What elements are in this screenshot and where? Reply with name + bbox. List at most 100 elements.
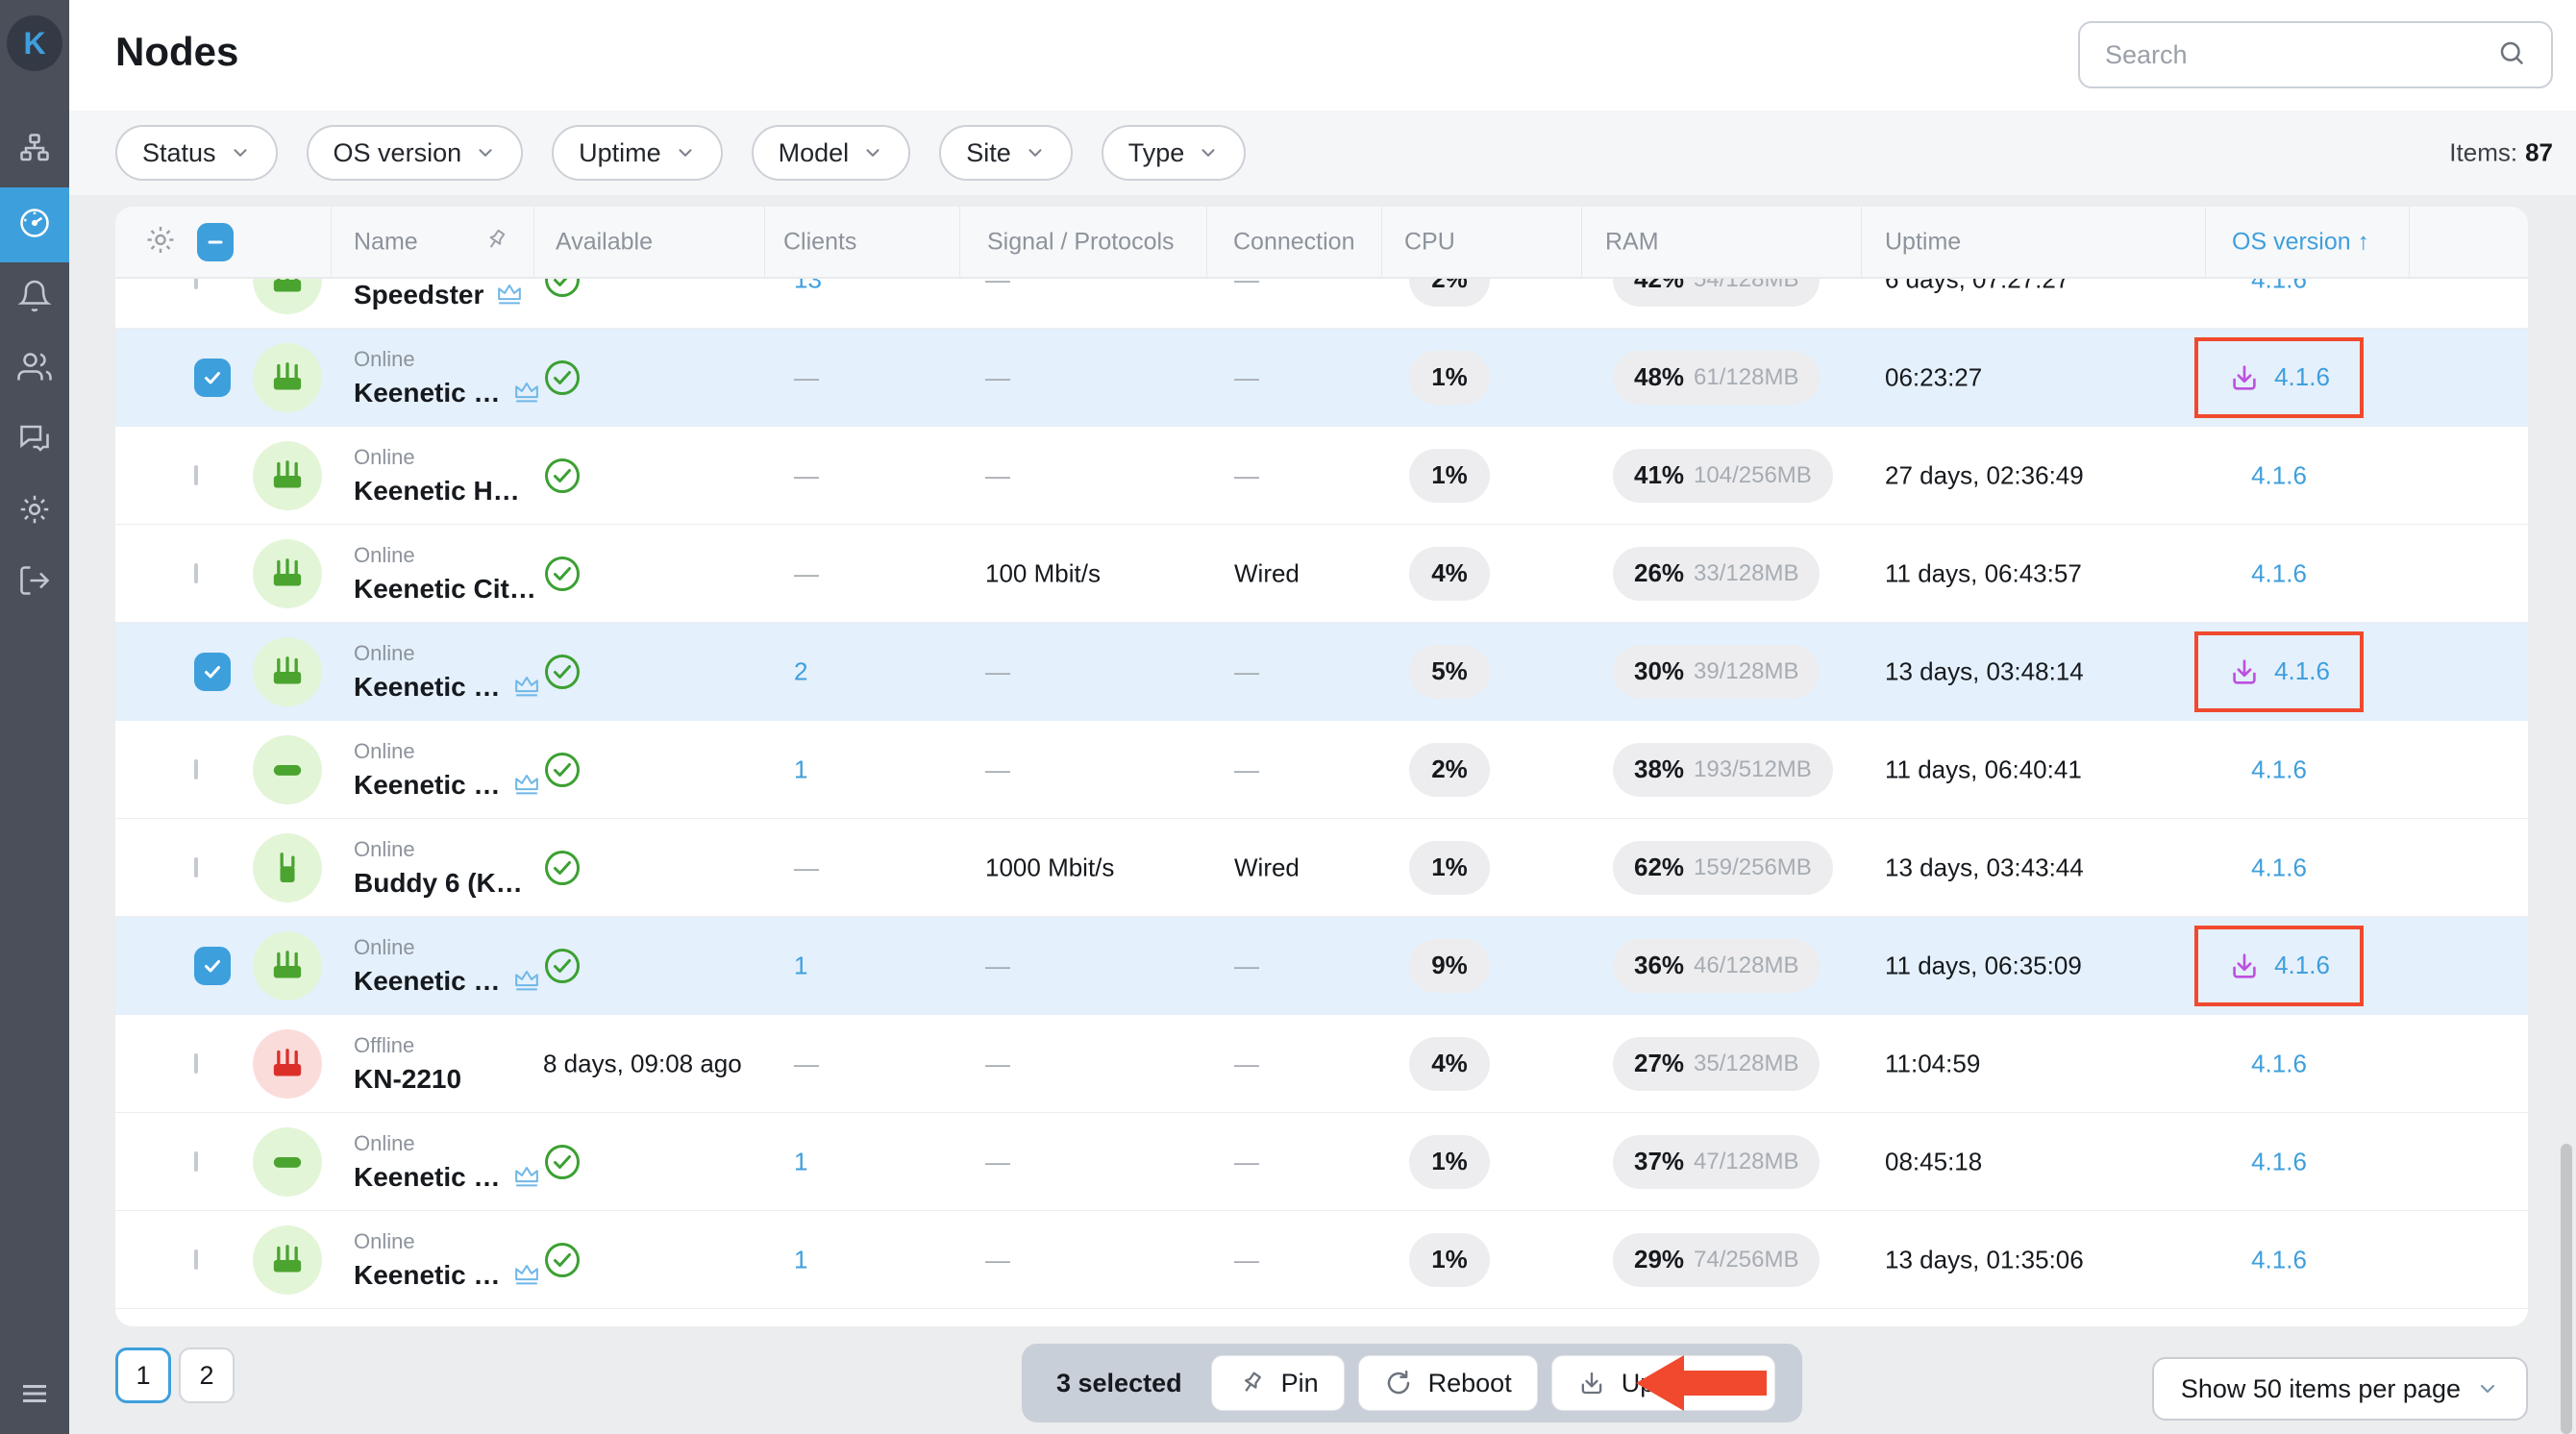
row-checkbox[interactable] xyxy=(194,653,231,691)
page-button-1[interactable]: 1 xyxy=(115,1347,171,1403)
signal-cell: 100 Mbit/s xyxy=(985,558,1101,588)
row-checkbox[interactable] xyxy=(194,358,231,397)
page-size-select[interactable]: Show 50 items per page xyxy=(2152,1357,2528,1421)
filter-type[interactable]: Type xyxy=(1102,125,1247,181)
page-title: Nodes xyxy=(115,29,238,75)
search-input[interactable] xyxy=(2105,40,2497,70)
sidebar-item-logout[interactable] xyxy=(0,545,69,620)
table-settings-gear-icon[interactable] xyxy=(144,223,177,260)
app-logo-letter: K xyxy=(23,26,45,62)
column-header-available[interactable]: Available xyxy=(556,228,653,256)
os-version-link[interactable]: 4.1.6 xyxy=(2251,1147,2307,1176)
page-size-label: Show 50 items per page xyxy=(2181,1374,2461,1404)
column-header-connection[interactable]: Connection xyxy=(1233,228,1354,256)
device-icon-router xyxy=(253,343,322,412)
items-label: Items: xyxy=(2449,138,2517,167)
page-button-2[interactable]: 2 xyxy=(179,1347,235,1403)
clients-link[interactable]: 1 xyxy=(794,951,807,979)
sidebar-item-users[interactable] xyxy=(0,332,69,407)
row-checkbox[interactable] xyxy=(194,465,198,485)
filter-os-version[interactable]: OS version xyxy=(307,125,524,181)
clients-link[interactable]: 1 xyxy=(794,1245,807,1273)
os-version-link[interactable]: 4.1.6 xyxy=(2274,362,2330,392)
row-checkbox[interactable] xyxy=(194,563,198,583)
row-checkbox[interactable] xyxy=(194,1151,198,1172)
sidebar-item-dashboard[interactable] xyxy=(0,187,69,262)
clients-link[interactable]: 2 xyxy=(794,656,807,685)
row-checkbox[interactable] xyxy=(194,947,231,985)
cpu-badge: 1% xyxy=(1409,351,1490,405)
last-seen-text: 8 days, 09:08 ago xyxy=(543,1049,742,1077)
node-status: Online xyxy=(354,641,541,666)
ram-badge: 37%47/128MB xyxy=(1613,1135,1820,1189)
clients-link[interactable]: 1 xyxy=(794,754,807,783)
filter-site[interactable]: Site xyxy=(939,125,1073,181)
table-row[interactable]: Online Keenetic … 1 — — 1% 37%47/128MB 0… xyxy=(115,1113,2528,1211)
os-version-link[interactable]: 4.1.6 xyxy=(2251,853,2307,882)
reboot-button[interactable]: Reboot xyxy=(1358,1355,1538,1411)
table-row[interactable]: Online Speedster 13 — — 2% 42%54/128MB 6… xyxy=(115,279,2528,329)
chevron-down-icon xyxy=(862,142,883,163)
uptime-cell: 11 days, 06:40:41 xyxy=(1885,754,2082,784)
table-row[interactable]: Online Keenetic … 1 — — 9% 36%46/128MB 1… xyxy=(115,917,2528,1015)
column-header-cpu[interactable]: CPU xyxy=(1404,228,1455,256)
search-icon[interactable] xyxy=(2497,38,2526,72)
pin-icon xyxy=(1237,1369,1266,1397)
os-version-link[interactable]: 4.1.6 xyxy=(2251,1049,2307,1078)
table-row[interactable]: Online Keenetic H… — — — 1% 41%104/256MB… xyxy=(115,427,2528,525)
crown-icon xyxy=(495,282,524,309)
connection-cell: — xyxy=(1234,1245,1259,1274)
os-version-link[interactable]: 4.1.6 xyxy=(2251,754,2307,784)
available-cell xyxy=(543,1143,582,1181)
sidebar-item-topology[interactable] xyxy=(0,112,69,187)
filter-model[interactable]: Model xyxy=(752,125,911,181)
column-header-name[interactable]: Name xyxy=(354,228,418,256)
os-version-link[interactable]: 4.1.6 xyxy=(2251,1245,2307,1274)
available-check-icon xyxy=(543,457,582,495)
sidebar-item-messages[interactable] xyxy=(0,403,69,478)
os-version-link[interactable]: 4.1.6 xyxy=(2274,656,2330,686)
column-header-uptime[interactable]: Uptime xyxy=(1885,228,1961,256)
filter-uptime[interactable]: Uptime xyxy=(552,125,723,181)
os-version-link[interactable]: 4.1.6 xyxy=(2251,279,2307,294)
table-row[interactable]: Online Keenetic Cit… — 100 Mbit/s Wired … xyxy=(115,525,2528,623)
os-version-link[interactable]: 4.1.6 xyxy=(2274,951,2330,980)
select-all-checkbox[interactable] xyxy=(197,223,234,261)
chevron-down-icon xyxy=(1025,142,1046,163)
row-checkbox[interactable] xyxy=(194,857,198,878)
device-icon-router xyxy=(253,279,322,314)
device-icon-router xyxy=(253,539,322,608)
pin-button[interactable]: Pin xyxy=(1211,1355,1345,1411)
table-row[interactable]: Online Buddy 6 (K… — 1000 Mbit/s Wired 1… xyxy=(115,819,2528,917)
clients-empty: — xyxy=(794,853,819,881)
table-row[interactable]: Online Keenetic … 2 — — 5% 30%39/128MB 1… xyxy=(115,623,2528,721)
connection-cell: — xyxy=(1234,754,1259,784)
row-checkbox[interactable] xyxy=(194,1053,198,1074)
column-header-ram[interactable]: RAM xyxy=(1605,228,1659,256)
column-header-os-version[interactable]: OS version ↑ xyxy=(2232,228,2369,256)
table-row[interactable]: Online Keenetic … 1 — — 1% 29%74/256MB 1… xyxy=(115,1211,2528,1309)
sidebar-item-settings[interactable] xyxy=(0,474,69,549)
table-row[interactable]: Online Keenetic … — — — 1% 48%61/128MB 0… xyxy=(115,329,2528,427)
filter-status[interactable]: Status xyxy=(115,125,278,181)
column-header-signal[interactable]: Signal / Protocols xyxy=(987,228,1175,256)
row-checkbox[interactable] xyxy=(194,1249,198,1270)
app-logo[interactable]: K xyxy=(7,15,62,71)
vertical-scrollbar[interactable] xyxy=(2561,1144,2572,1434)
node-name-cell: Online Keenetic … xyxy=(354,641,541,703)
device-icon-router xyxy=(253,637,322,706)
row-checkbox[interactable] xyxy=(194,279,198,289)
table-row[interactable]: Online Keenetic … 1 — — 2% 38%193/512MB … xyxy=(115,721,2528,819)
sidebar-item-notifications[interactable] xyxy=(0,260,69,335)
pin-column-icon[interactable] xyxy=(483,226,509,258)
ram-badge: 29%74/256MB xyxy=(1613,1233,1820,1287)
cpu-badge: 2% xyxy=(1409,743,1490,797)
clients-link[interactable]: 1 xyxy=(794,1147,807,1175)
table-row[interactable]: Offline KN-2210 8 days, 09:08 ago — — — … xyxy=(115,1015,2528,1113)
os-version-link[interactable]: 4.1.6 xyxy=(2251,460,2307,490)
os-version-link[interactable]: 4.1.6 xyxy=(2251,558,2307,588)
column-header-clients[interactable]: Clients xyxy=(783,228,856,256)
row-checkbox[interactable] xyxy=(194,759,198,779)
clients-link[interactable]: 13 xyxy=(794,279,822,293)
sidebar-menu-toggle[interactable] xyxy=(0,1358,69,1433)
